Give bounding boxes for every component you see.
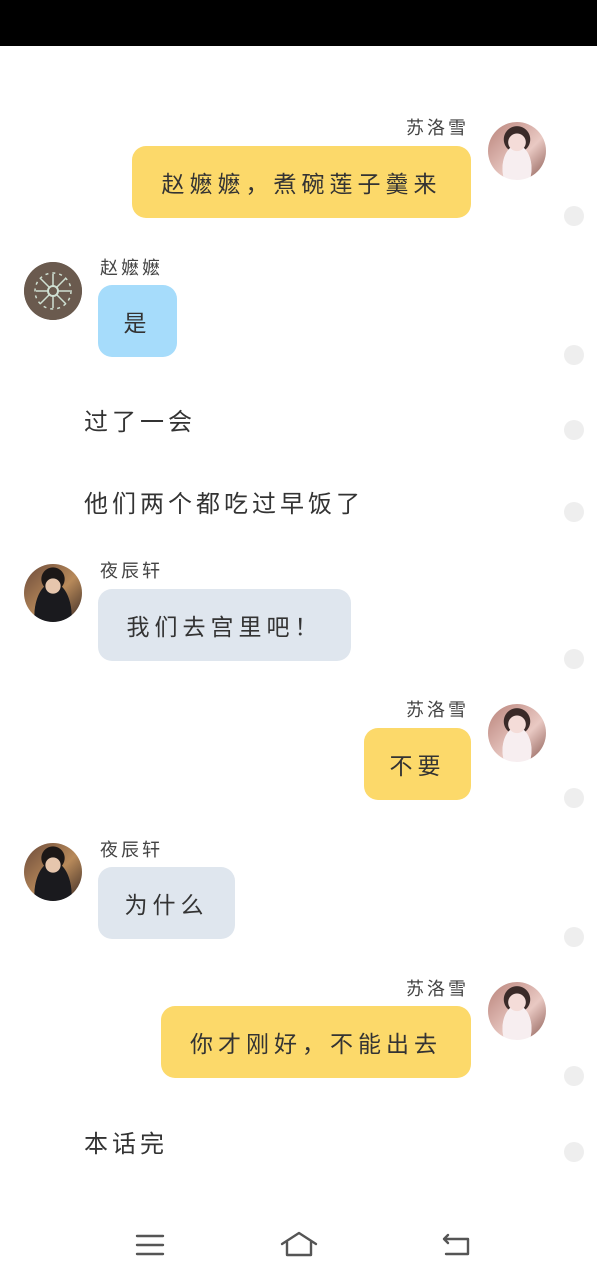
comment-dot[interactable]: [564, 345, 584, 365]
message-bubble[interactable]: 是: [98, 285, 177, 357]
avatar-su-luoxue[interactable]: [488, 704, 546, 762]
narration-text: 他们两个都吃过早饭了: [84, 490, 364, 518]
avatar-su-luoxue[interactable]: [488, 122, 546, 180]
menu-icon[interactable]: [135, 1233, 165, 1257]
avatar-zhao-momo[interactable]: [24, 262, 82, 320]
sender-name: 苏洛雪: [406, 700, 469, 721]
narration-text: 本话完: [84, 1130, 168, 1158]
sender-name: 苏洛雪: [406, 979, 469, 1000]
avatar-ye-chenxuan[interactable]: [24, 564, 82, 622]
avatar-ye-chenxuan[interactable]: [24, 843, 82, 901]
comment-dot[interactable]: [564, 1142, 584, 1162]
message-bubble[interactable]: 你才刚好，不能出去: [161, 1006, 471, 1078]
narration-text: 过了一会: [84, 408, 196, 436]
comment-dot[interactable]: [564, 788, 584, 808]
comment-dot[interactable]: [564, 649, 584, 669]
sender-name: 赵嬷嬷: [100, 258, 163, 279]
sender-name: 夜辰轩: [100, 840, 163, 861]
sender-name: 夜辰轩: [100, 561, 163, 582]
comment-dot[interactable]: [564, 927, 584, 947]
comment-dot[interactable]: [564, 1066, 584, 1086]
message-bubble[interactable]: 为什么: [98, 867, 235, 939]
message-bubble[interactable]: 我们去宫里吧！: [98, 589, 351, 661]
status-bar: [0, 0, 597, 46]
message-bubble[interactable]: 不要: [364, 728, 471, 800]
avatar-su-luoxue[interactable]: [488, 982, 546, 1040]
comment-dot[interactable]: [564, 206, 584, 226]
back-icon[interactable]: [440, 1232, 472, 1258]
sender-name: 苏洛雪: [406, 118, 469, 139]
comment-dot[interactable]: [564, 420, 584, 440]
message-bubble[interactable]: 赵嬷嬷，煮碗莲子羹来: [132, 146, 471, 218]
home-icon[interactable]: [279, 1230, 319, 1258]
comment-dot[interactable]: [564, 502, 584, 522]
ornament-icon: [24, 262, 82, 320]
